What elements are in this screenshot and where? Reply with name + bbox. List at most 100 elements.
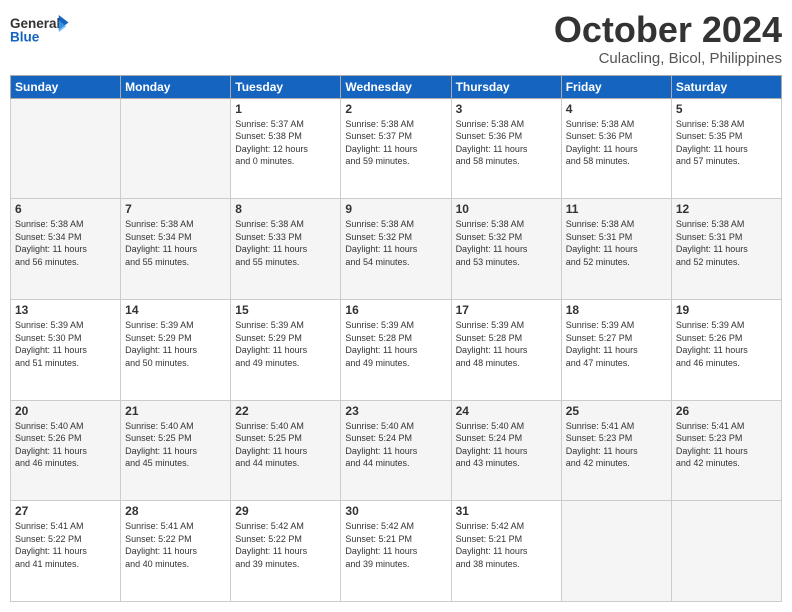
day-number: 4 bbox=[566, 102, 667, 116]
calendar-cell: 17Sunrise: 5:39 AM Sunset: 5:28 PM Dayli… bbox=[451, 299, 561, 400]
calendar-header-row: SundayMondayTuesdayWednesdayThursdayFrid… bbox=[11, 75, 782, 98]
day-number: 15 bbox=[235, 303, 336, 317]
calendar-cell: 12 Sunrise: 5:38 AM Sunset: 5:31 PM Dayli… bbox=[671, 199, 781, 300]
calendar-cell: 8 Sunrise: 5:38 AM Sunset: 5:33 PM Daylig… bbox=[231, 199, 341, 300]
cell-info: Sunrise: 5:40 AM Sunset: 5:24 PM Dayligh… bbox=[456, 420, 557, 470]
calendar-cell bbox=[11, 98, 121, 199]
calendar-cell: 9 Sunrise: 5:38 AM Sunset: 5:32 PM Daylig… bbox=[341, 199, 451, 300]
cell-info: Sunrise: 5:40 AM Sunset: 5:25 PM Dayligh… bbox=[125, 420, 226, 470]
calendar-week-row: 20Sunrise: 5:40 AM Sunset: 5:26 PM Dayli… bbox=[11, 400, 782, 501]
cell-info: Sunrise: 5:39 AM Sunset: 5:26 PM Dayligh… bbox=[676, 319, 777, 369]
cell-info: Sunrise: 5:37 AM Sunset: 5:38 PM Dayligh… bbox=[235, 118, 336, 168]
calendar-cell: 22Sunrise: 5:40 AM Sunset: 5:25 PM Dayli… bbox=[231, 400, 341, 501]
cell-info: Sunrise: 5:39 AM Sunset: 5:29 PM Dayligh… bbox=[235, 319, 336, 369]
cell-info: Sunrise: 5:38 AM Sunset: 5:33 PM Dayligh… bbox=[235, 218, 336, 268]
cell-info: Sunrise: 5:38 AM Sunset: 5:35 PM Dayligh… bbox=[676, 118, 777, 168]
calendar-cell: 20Sunrise: 5:40 AM Sunset: 5:26 PM Dayli… bbox=[11, 400, 121, 501]
cell-info: Sunrise: 5:38 AM Sunset: 5:32 PM Dayligh… bbox=[456, 218, 557, 268]
day-number: 18 bbox=[566, 303, 667, 317]
calendar-cell bbox=[561, 501, 671, 602]
calendar-cell: 28Sunrise: 5:41 AM Sunset: 5:22 PM Dayli… bbox=[121, 501, 231, 602]
day-number: 24 bbox=[456, 404, 557, 418]
day-number: 8 bbox=[235, 202, 336, 216]
weekday-header-thursday: Thursday bbox=[451, 75, 561, 98]
calendar-cell: 29 Sunrise: 5:42 AM Sunset: 5:22 PM Dayli… bbox=[231, 501, 341, 602]
day-number: 23 bbox=[345, 404, 446, 418]
day-number: 6 bbox=[15, 202, 116, 216]
calendar-cell: 10Sunrise: 5:38 AM Sunset: 5:32 PM Dayli… bbox=[451, 199, 561, 300]
cell-info: Sunrise: 5:40 AM Sunset: 5:26 PM Dayligh… bbox=[15, 420, 116, 470]
title-block: October 2024 Culacling, Bicol, Philippin… bbox=[554, 10, 782, 67]
calendar-cell: 25Sunrise: 5:41 AM Sunset: 5:23 PM Dayli… bbox=[561, 400, 671, 501]
calendar-cell: 26 Sunrise: 5:41 AM Sunset: 5:23 PM Dayli… bbox=[671, 400, 781, 501]
calendar-cell: 5 Sunrise: 5:38 AM Sunset: 5:35 PM Daylig… bbox=[671, 98, 781, 199]
cell-info: Sunrise: 5:38 AM Sunset: 5:37 PM Dayligh… bbox=[345, 118, 446, 168]
day-number: 22 bbox=[235, 404, 336, 418]
cell-info: Sunrise: 5:38 AM Sunset: 5:34 PM Dayligh… bbox=[125, 218, 226, 268]
logo-svg: General Blue bbox=[10, 10, 70, 50]
calendar-week-row: 13Sunrise: 5:39 AM Sunset: 5:30 PM Dayli… bbox=[11, 299, 782, 400]
calendar-cell: 21 Sunrise: 5:40 AM Sunset: 5:25 PM Dayli… bbox=[121, 400, 231, 501]
day-number: 13 bbox=[15, 303, 116, 317]
day-number: 16 bbox=[345, 303, 446, 317]
day-number: 29 bbox=[235, 504, 336, 518]
day-number: 2 bbox=[345, 102, 446, 116]
day-number: 9 bbox=[345, 202, 446, 216]
month-title: October 2024 bbox=[554, 10, 782, 50]
cell-info: Sunrise: 5:42 AM Sunset: 5:21 PM Dayligh… bbox=[345, 520, 446, 570]
day-number: 3 bbox=[456, 102, 557, 116]
day-number: 1 bbox=[235, 102, 336, 116]
header: General Blue October 2024 Culacling, Bic… bbox=[10, 10, 782, 67]
day-number: 31 bbox=[456, 504, 557, 518]
calendar-cell: 31 Sunrise: 5:42 AM Sunset: 5:21 PM Dayli… bbox=[451, 501, 561, 602]
cell-info: Sunrise: 5:38 AM Sunset: 5:32 PM Dayligh… bbox=[345, 218, 446, 268]
calendar-cell: 23Sunrise: 5:40 AM Sunset: 5:24 PM Dayli… bbox=[341, 400, 451, 501]
day-number: 26 bbox=[676, 404, 777, 418]
calendar-cell: 6Sunrise: 5:38 AM Sunset: 5:34 PM Daylig… bbox=[11, 199, 121, 300]
weekday-header-sunday: Sunday bbox=[11, 75, 121, 98]
cell-info: Sunrise: 5:38 AM Sunset: 5:36 PM Dayligh… bbox=[456, 118, 557, 168]
cell-info: Sunrise: 5:39 AM Sunset: 5:28 PM Dayligh… bbox=[345, 319, 446, 369]
calendar-week-row: 6 Sunrise: 5:38 AM Sunset: 5:34 PM Daylig… bbox=[11, 199, 782, 300]
calendar-cell: 30 Sunrise: 5:42 AM Sunset: 5:21 PM Dayli… bbox=[341, 501, 451, 602]
calendar-cell: 24 Sunrise: 5:40 AM Sunset: 5:24 PM Dayli… bbox=[451, 400, 561, 501]
day-number: 14 bbox=[125, 303, 226, 317]
cell-info: Sunrise: 5:41 AM Sunset: 5:23 PM Dayligh… bbox=[566, 420, 667, 470]
calendar-cell bbox=[121, 98, 231, 199]
calendar-cell: 14Sunrise: 5:39 AM Sunset: 5:29 PM Dayli… bbox=[121, 299, 231, 400]
calendar-cell: 15 Sunrise: 5:39 AM Sunset: 5:29 PM Dayli… bbox=[231, 299, 341, 400]
weekday-header-wednesday: Wednesday bbox=[341, 75, 451, 98]
day-number: 7 bbox=[125, 202, 226, 216]
day-number: 17 bbox=[456, 303, 557, 317]
cell-info: Sunrise: 5:38 AM Sunset: 5:31 PM Dayligh… bbox=[566, 218, 667, 268]
calendar-cell: 13Sunrise: 5:39 AM Sunset: 5:30 PM Dayli… bbox=[11, 299, 121, 400]
cell-info: Sunrise: 5:38 AM Sunset: 5:31 PM Dayligh… bbox=[676, 218, 777, 268]
cell-info: Sunrise: 5:42 AM Sunset: 5:21 PM Dayligh… bbox=[456, 520, 557, 570]
cell-info: Sunrise: 5:39 AM Sunset: 5:27 PM Dayligh… bbox=[566, 319, 667, 369]
weekday-header-friday: Friday bbox=[561, 75, 671, 98]
day-number: 5 bbox=[676, 102, 777, 116]
calendar-cell: 2 Sunrise: 5:38 AM Sunset: 5:37 PM Daylig… bbox=[341, 98, 451, 199]
svg-text:General: General bbox=[10, 16, 60, 31]
weekday-header-saturday: Saturday bbox=[671, 75, 781, 98]
day-number: 21 bbox=[125, 404, 226, 418]
calendar-cell: 11Sunrise: 5:38 AM Sunset: 5:31 PM Dayli… bbox=[561, 199, 671, 300]
day-number: 30 bbox=[345, 504, 446, 518]
logo: General Blue bbox=[10, 10, 70, 50]
day-number: 12 bbox=[676, 202, 777, 216]
calendar-cell: 4 Sunrise: 5:38 AM Sunset: 5:36 PM Daylig… bbox=[561, 98, 671, 199]
calendar-cell: 18 Sunrise: 5:39 AM Sunset: 5:27 PM Dayli… bbox=[561, 299, 671, 400]
calendar-cell: 19 Sunrise: 5:39 AM Sunset: 5:26 PM Dayli… bbox=[671, 299, 781, 400]
location-subtitle: Culacling, Bicol, Philippines bbox=[554, 50, 782, 67]
svg-text:Blue: Blue bbox=[10, 29, 40, 44]
day-number: 19 bbox=[676, 303, 777, 317]
calendar-cell: 16 Sunrise: 5:39 AM Sunset: 5:28 PM Dayli… bbox=[341, 299, 451, 400]
page-container: General Blue October 2024 Culacling, Bic… bbox=[0, 0, 792, 612]
cell-info: Sunrise: 5:41 AM Sunset: 5:22 PM Dayligh… bbox=[15, 520, 116, 570]
cell-info: Sunrise: 5:42 AM Sunset: 5:22 PM Dayligh… bbox=[235, 520, 336, 570]
calendar-cell: 3 Sunrise: 5:38 AM Sunset: 5:36 PM Daylig… bbox=[451, 98, 561, 199]
cell-info: Sunrise: 5:38 AM Sunset: 5:36 PM Dayligh… bbox=[566, 118, 667, 168]
calendar-cell: 1 Sunrise: 5:37 AM Sunset: 5:38 PM Daylig… bbox=[231, 98, 341, 199]
day-number: 27 bbox=[15, 504, 116, 518]
cell-info: Sunrise: 5:41 AM Sunset: 5:23 PM Dayligh… bbox=[676, 420, 777, 470]
